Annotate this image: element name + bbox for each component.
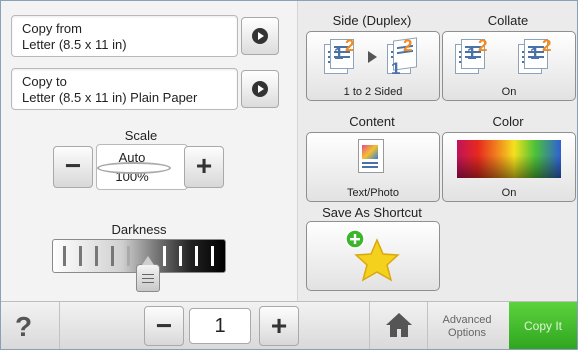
side-duplex-tile[interactable]: 1 2 1 2 1 to 2 Sided xyxy=(306,31,440,101)
copy-from-value: Letter (8.5 x 11 in) xyxy=(22,37,127,52)
darkness-slider[interactable] xyxy=(52,239,226,292)
dial-icon xyxy=(97,162,171,174)
advanced-options-button[interactable]: Advanced Options xyxy=(428,314,506,340)
copy-to-button[interactable] xyxy=(241,70,279,108)
color-spectrum-icon xyxy=(457,140,561,178)
copy-screen: Copy from Letter (8.5 x 11 in) Copy to L… xyxy=(0,0,578,350)
scale-label: Scale xyxy=(124,128,158,143)
content-title: Content xyxy=(349,114,395,129)
help-button[interactable]: ? xyxy=(15,311,32,343)
photo-document-icon xyxy=(358,139,384,173)
scale-value-box[interactable]: Auto 100% xyxy=(96,144,188,190)
advanced-options-line2: Options xyxy=(448,327,486,339)
copy-from-button[interactable] xyxy=(241,17,279,55)
content-value: Text/Photo xyxy=(347,187,399,199)
collate-value: On xyxy=(501,86,517,98)
scale-decrease-button[interactable]: − xyxy=(53,146,93,188)
color-title: Color xyxy=(492,114,524,129)
right-panel: Side (Duplex) 1 2 1 2 1 to 2 Sided Colla… xyxy=(297,1,577,301)
darkness-slider-handle[interactable] xyxy=(136,256,160,292)
copy-to-value: Letter (8.5 x 11 in) Plain Paper xyxy=(22,90,198,105)
darkness-label: Darkness xyxy=(111,222,167,237)
collate-title: Collate xyxy=(487,13,529,28)
color-tile[interactable]: On xyxy=(442,132,576,202)
scale-increase-button[interactable]: + xyxy=(184,146,224,188)
collate-tile[interactable]: 1 2 1 2 On xyxy=(442,31,576,101)
copy-from-label: Copy from xyxy=(22,21,82,36)
arrow-right-icon xyxy=(252,81,268,97)
copy-to-label: Copy to xyxy=(22,74,67,89)
copies-increase-button[interactable]: + xyxy=(259,306,299,346)
content-tile[interactable]: Text/Photo xyxy=(306,132,440,202)
save-shortcut-title: Save As Shortcut xyxy=(322,205,422,220)
copy-to-field[interactable]: Copy to Letter (8.5 x 11 in) Plain Paper xyxy=(11,68,238,110)
star-add-icon xyxy=(345,229,400,282)
copies-input[interactable]: 1 xyxy=(189,308,251,344)
home-icon[interactable] xyxy=(385,312,413,338)
color-value: On xyxy=(501,187,517,199)
side-duplex-value: 1 to 2 Sided xyxy=(343,86,403,98)
bottom-bar: ? − 1 + Advanced Options Copy It xyxy=(1,301,577,349)
arrow-right-icon xyxy=(252,28,268,44)
advanced-options-line1: Advanced xyxy=(442,314,492,326)
save-shortcut-tile[interactable] xyxy=(306,221,440,291)
copy-from-field[interactable]: Copy from Letter (8.5 x 11 in) xyxy=(11,15,238,57)
copies-decrease-button[interactable]: − xyxy=(144,306,184,346)
divider xyxy=(369,302,370,349)
divider xyxy=(59,302,60,349)
side-duplex-title: Side (Duplex) xyxy=(332,13,412,28)
copy-it-button[interactable]: Copy It xyxy=(509,302,577,349)
left-panel: Copy from Letter (8.5 x 11 in) Copy to L… xyxy=(1,1,297,301)
